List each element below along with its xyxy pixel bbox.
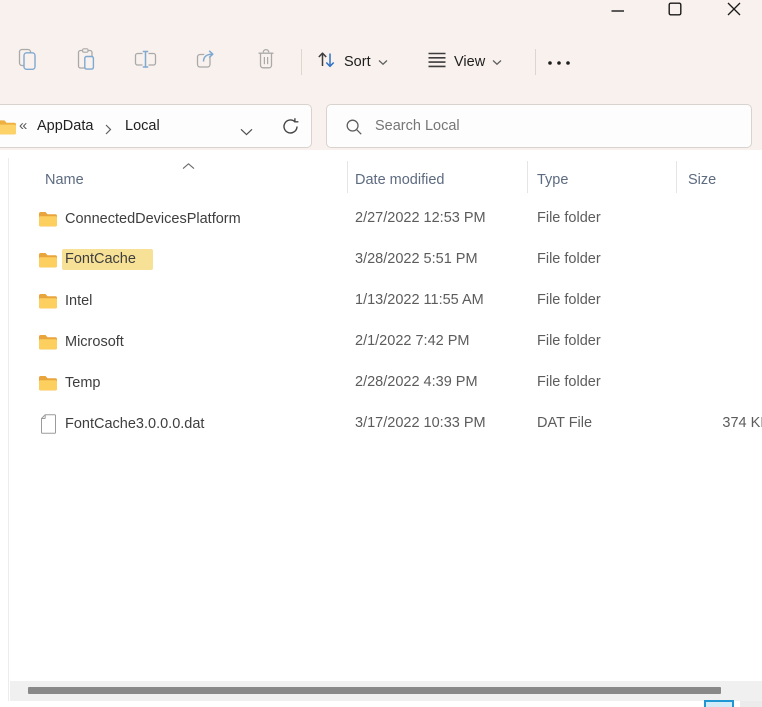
sort-ascending-caret-icon: [182, 157, 195, 175]
table-row[interactable]: FontCache3.0.0.0.dat 3/17/2022 10:33 PM …: [10, 403, 762, 444]
copy-button[interactable]: [14, 47, 40, 77]
rename-button[interactable]: [131, 47, 159, 77]
file-date-modified: 2/27/2022 12:53 PM: [355, 198, 486, 239]
delete-button[interactable]: [253, 47, 279, 77]
close-button[interactable]: [719, 0, 749, 22]
search-match-highlight: FontCache: [62, 249, 153, 270]
column-divider[interactable]: [347, 161, 348, 193]
table-row[interactable]: ConnectedDevicesPlatform 2/27/2022 12:53…: [10, 198, 762, 239]
search-icon: [345, 118, 363, 141]
table-row[interactable]: Microsoft 2/1/2022 7:42 PM File folder: [10, 321, 762, 362]
minimize-button[interactable]: [603, 0, 633, 22]
search-input[interactable]: [375, 105, 735, 147]
file-name: FontCache: [62, 239, 153, 280]
column-divider[interactable]: [676, 161, 677, 193]
file-explorer-window: Sort View « AppDat: [0, 0, 762, 707]
file-size: [656, 321, 762, 362]
sort-label: Sort: [344, 54, 371, 70]
table-row[interactable]: FontCache 3/28/2022 5:51 PM File folder: [10, 239, 762, 280]
folder-icon: [38, 375, 58, 391]
table-row[interactable]: Intel 1/13/2022 11:55 AM File folder: [10, 280, 762, 321]
file-size: 374 KB: [656, 403, 762, 444]
toolbar-separator: [535, 49, 536, 75]
folder-icon: [38, 252, 58, 268]
view-icon: [427, 50, 447, 75]
column-header-type[interactable]: Type: [537, 163, 568, 197]
breadcrumb-item-appdata[interactable]: AppData: [37, 105, 93, 147]
file-icon: [40, 414, 57, 434]
delete-icon: [254, 47, 278, 77]
refresh-icon[interactable]: [281, 117, 300, 141]
more-icon: [546, 53, 572, 71]
file-type: File folder: [537, 321, 601, 362]
file-date-modified: 2/1/2022 7:42 PM: [355, 321, 469, 362]
column-header-date-modified[interactable]: Date modified: [355, 163, 444, 197]
file-size: [656, 362, 762, 403]
file-size: [656, 198, 762, 239]
folder-icon: [38, 334, 58, 350]
share-button[interactable]: [193, 47, 219, 77]
chevron-right-icon[interactable]: [105, 122, 112, 140]
maximize-icon: [668, 2, 682, 21]
rename-icon: [132, 47, 159, 77]
folder-icon: [38, 211, 58, 227]
file-name: Temp: [62, 362, 100, 403]
paste-icon: [74, 47, 98, 77]
column-divider[interactable]: [527, 161, 528, 193]
share-icon: [194, 47, 219, 77]
taskbar-item-active[interactable]: [704, 700, 734, 707]
file-type: File folder: [537, 198, 601, 239]
file-name: FontCache3.0.0.0.dat: [62, 403, 204, 444]
toolbar-separator: [301, 49, 302, 75]
address-dropdown-chevron-icon[interactable]: [240, 123, 253, 141]
file-date-modified: 2/28/2022 4:39 PM: [355, 362, 478, 403]
view-button[interactable]: View: [427, 47, 502, 77]
pane-left-border: [8, 158, 9, 701]
breadcrumb-overflow-chevron[interactable]: «: [19, 105, 27, 147]
close-icon: [727, 2, 741, 21]
chevron-down-icon: [378, 53, 388, 71]
file-date-modified: 3/28/2022 5:51 PM: [355, 239, 478, 280]
horizontal-scrollbar-thumb[interactable]: [28, 687, 721, 694]
view-label: View: [454, 54, 485, 70]
address-folder-icon[interactable]: [0, 119, 17, 140]
file-type: File folder: [537, 280, 601, 321]
file-type: File folder: [537, 239, 601, 280]
file-size: [656, 280, 762, 321]
file-name: ConnectedDevicesPlatform: [62, 198, 241, 239]
copy-icon: [16, 47, 39, 77]
file-type: File folder: [537, 362, 601, 403]
file-size: [656, 239, 762, 280]
sort-icon: [316, 49, 337, 75]
column-header-name[interactable]: Name: [45, 163, 84, 197]
address-bar[interactable]: « AppData Local: [0, 104, 312, 148]
column-header-size[interactable]: Size: [688, 163, 716, 197]
chevron-down-icon: [492, 53, 502, 71]
folder-icon: [38, 293, 58, 309]
file-name: Microsoft: [62, 321, 124, 362]
file-date-modified: 1/13/2022 11:55 AM: [355, 280, 484, 321]
minimize-icon: [611, 2, 625, 21]
taskbar-item[interactable]: [740, 701, 762, 707]
sort-button[interactable]: Sort: [316, 47, 388, 77]
file-name: Intel: [62, 280, 92, 321]
search-box[interactable]: [326, 104, 752, 148]
file-date-modified: 3/17/2022 10:33 PM: [355, 403, 486, 444]
more-options-button[interactable]: [545, 47, 573, 77]
file-type: DAT File: [537, 403, 592, 444]
breadcrumb-item-local[interactable]: Local: [125, 105, 160, 147]
paste-button[interactable]: [73, 47, 99, 77]
table-row[interactable]: Temp 2/28/2022 4:39 PM File folder: [10, 362, 762, 403]
maximize-button[interactable]: [660, 0, 690, 22]
